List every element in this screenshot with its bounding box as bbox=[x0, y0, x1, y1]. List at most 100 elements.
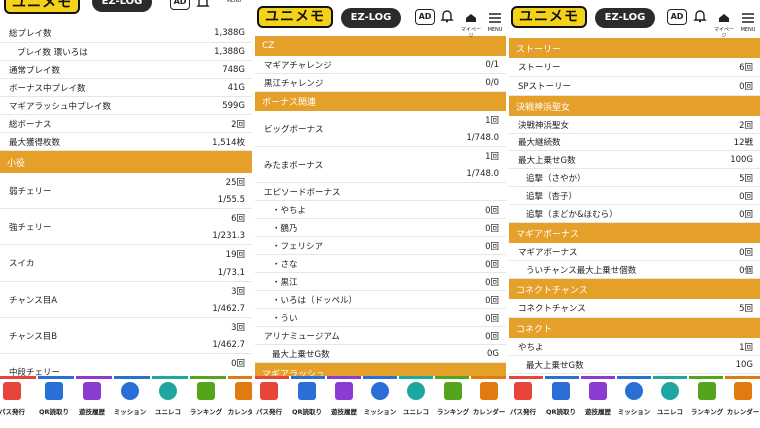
bottom-nav: パス発行 QR読取り 遊技履歴 ミッション ユニレコ ランキング カレンダー bbox=[0, 376, 252, 428]
row-value: 0回 bbox=[485, 313, 499, 324]
nav-ranking[interactable]: ランキング bbox=[188, 382, 224, 426]
nav-history[interactable]: 遊技履歴 bbox=[326, 382, 362, 426]
nav-stripe bbox=[228, 376, 252, 379]
nav-unireco[interactable]: ユニレコ bbox=[150, 382, 186, 426]
menu-icon[interactable]: MENU bbox=[738, 8, 758, 33]
row-label: みたまボーナス bbox=[264, 160, 324, 171]
section-header: 決戦神浜聖女 bbox=[509, 96, 760, 116]
list-item: やちよ 1回 bbox=[509, 338, 760, 356]
nav-pass[interactable]: パス発行 bbox=[255, 382, 287, 426]
nav-ranking[interactable]: ランキング bbox=[435, 382, 471, 426]
row-rate: 1/748.0 bbox=[466, 169, 499, 179]
section-header: コネクトチャンス bbox=[509, 279, 760, 299]
row-label: ・フェリシア bbox=[272, 241, 324, 252]
bell-icon[interactable] bbox=[196, 0, 212, 12]
list-item: ・いろは（ドッペル） 0回 bbox=[255, 291, 506, 309]
nav-qr[interactable]: QR読取り bbox=[543, 382, 579, 426]
nav-pass[interactable]: パス発行 bbox=[0, 382, 30, 426]
list-item: 最大上乗せG数 10G bbox=[509, 356, 760, 374]
ad-badge[interactable]: AD bbox=[415, 9, 435, 25]
row-label: SPストーリー bbox=[518, 82, 572, 92]
list-item: 追撃（さやか） 5回 bbox=[509, 169, 760, 187]
row-value: 1,514枚 bbox=[212, 137, 245, 148]
list-item: 黒江チャレンジ 0/0 bbox=[255, 74, 506, 92]
list-item: ストーリー 6回 bbox=[509, 58, 760, 77]
menu-icon[interactable]: MENU bbox=[224, 0, 244, 18]
menu-icon[interactable]: MENU bbox=[485, 8, 505, 33]
list-item: みたまボーナス 1回 1/748.0 bbox=[255, 147, 506, 183]
bell-icon[interactable] bbox=[440, 8, 456, 26]
bottom-nav: パス発行 QR読取り 遊技履歴 ミッション ユニレコ ランキング カレンダー bbox=[255, 376, 506, 428]
section-header: 小役 bbox=[0, 151, 252, 173]
nav-mission[interactable]: ミッション bbox=[362, 382, 398, 426]
list-item: スイカ 19回 1/73.1 bbox=[0, 245, 252, 282]
list-item: ・やちよ 0回 bbox=[255, 201, 506, 219]
stats-list: 総プレイ数 1,388G プレイ数 環いろは 1,388G 通常プレイ数 748G ボ… bbox=[0, 24, 252, 390]
nav-label: 遊技履歴 bbox=[79, 408, 105, 416]
nav-stripe bbox=[291, 376, 325, 379]
row-value: 0個 bbox=[739, 265, 753, 276]
ad-badge[interactable]: AD bbox=[170, 0, 190, 10]
row-label: アリナミュージアム bbox=[264, 331, 340, 342]
ezlog-button[interactable]: EZ-LOG bbox=[341, 8, 401, 28]
list-item: 通常プレイ数 748G bbox=[0, 61, 252, 79]
nav-stripe bbox=[545, 376, 579, 379]
header-bar: ユニメモ EZ-LOG AD MENU bbox=[0, 0, 252, 14]
row-label: 強チェリー bbox=[9, 222, 52, 233]
nav-qr[interactable]: QR読取り bbox=[289, 382, 325, 426]
row-value: 0回 bbox=[739, 247, 753, 258]
nav-qr[interactable]: QR読取り bbox=[36, 382, 72, 426]
row-label: 弱チェリー bbox=[9, 186, 52, 197]
list-item: ういチャンス最大上乗せ個数 0個 bbox=[509, 261, 760, 279]
ad-badge[interactable]: AD bbox=[667, 9, 687, 25]
nav-unireco[interactable]: ユニレコ bbox=[398, 382, 434, 426]
nav-ranking[interactable]: ランキング bbox=[689, 382, 725, 426]
nav-history[interactable]: 遊技履歴 bbox=[74, 382, 110, 426]
list-item: ・鶴乃 0回 bbox=[255, 219, 506, 237]
row-label: ・鶴乃 bbox=[272, 223, 298, 234]
ezlog-button[interactable]: EZ-LOG bbox=[595, 8, 655, 28]
section-header: マギアボーナス bbox=[509, 223, 760, 243]
logo[interactable]: ユニメモ bbox=[511, 6, 587, 28]
nav-label: QR読取り bbox=[38, 408, 70, 416]
nav-mission[interactable]: ミッション bbox=[112, 382, 148, 426]
row-label: ・黒江 bbox=[272, 277, 298, 288]
row-label: コネクトチャンス bbox=[518, 304, 586, 314]
nav-label: カレンダー bbox=[472, 408, 506, 416]
nav-unireco[interactable]: ユニレコ bbox=[652, 382, 688, 426]
row-count: 19回 bbox=[225, 250, 245, 260]
home-icon[interactable]: マイページ bbox=[460, 8, 482, 39]
nav-stripe bbox=[152, 376, 188, 379]
row-count: 25回 bbox=[225, 178, 245, 188]
qr-icon bbox=[45, 382, 63, 400]
nav-calendar[interactable]: カレンダー bbox=[725, 382, 760, 426]
stats-list: ストーリー ストーリー 6回 SPストーリー 0回 決戦神浜聖女 決戦神浜聖女 2回 … bbox=[509, 38, 760, 374]
home-icon[interactable]: マイページ bbox=[713, 8, 735, 39]
row-value: 5回 bbox=[739, 304, 753, 314]
nav-label: パス発行 bbox=[510, 408, 536, 416]
list-item: 強チェリー 6回 1/231.3 bbox=[0, 209, 252, 245]
row-rate: 1/55.5 bbox=[217, 195, 245, 205]
unireco-icon bbox=[407, 382, 425, 400]
nav-pass[interactable]: パス発行 bbox=[509, 382, 541, 426]
list-item: ・フェリシア 0回 bbox=[255, 237, 506, 255]
ezlog-button[interactable]: EZ-LOG bbox=[92, 0, 152, 12]
nav-history[interactable]: 遊技履歴 bbox=[580, 382, 616, 426]
logo[interactable]: ユニメモ bbox=[4, 0, 80, 14]
bell-icon[interactable] bbox=[693, 8, 709, 26]
nav-calendar[interactable]: カレンダー bbox=[226, 382, 252, 426]
list-item: アリナミュージアム 0回 bbox=[255, 327, 506, 345]
calendar-icon bbox=[235, 382, 252, 400]
row-label: マギアボーナス bbox=[518, 247, 578, 258]
logo[interactable]: ユニメモ bbox=[257, 6, 333, 28]
nav-calendar[interactable]: カレンダー bbox=[471, 382, 506, 426]
row-rate: 1/748.0 bbox=[466, 133, 499, 143]
row-label: マギアラッシュ中プレイ数 bbox=[9, 101, 112, 112]
nav-mission[interactable]: ミッション bbox=[616, 382, 652, 426]
row-count: 1回 bbox=[485, 152, 499, 162]
menu-label: MENU bbox=[740, 27, 756, 33]
row-label: マギアチャレンジ bbox=[264, 60, 332, 71]
nav-stripe bbox=[327, 376, 361, 379]
list-item: ・さな 0回 bbox=[255, 255, 506, 273]
nav-stripe bbox=[653, 376, 687, 379]
